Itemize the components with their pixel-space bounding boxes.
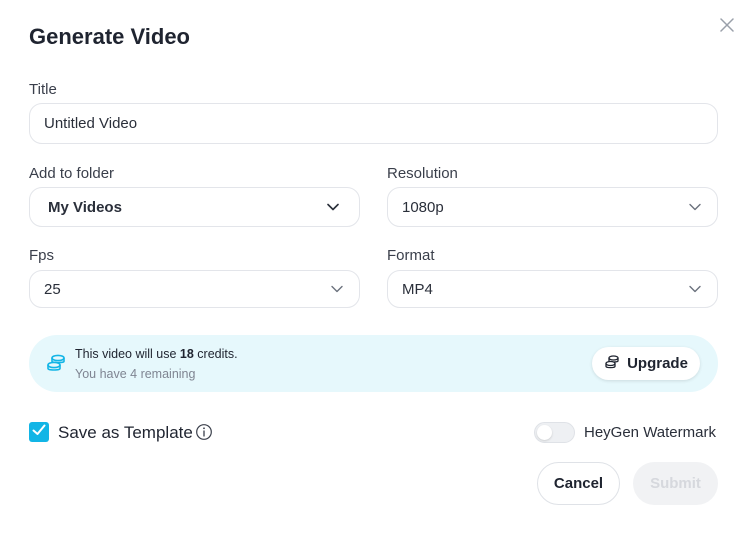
resolution-select-value: 1080p: [402, 198, 444, 216]
format-select[interactable]: MP4: [387, 270, 718, 308]
save-template-checkbox[interactable]: [29, 422, 49, 442]
folder-select-value: My Videos: [48, 198, 122, 216]
credits-suffix: credits.: [193, 347, 238, 361]
credits-prefix: This video will use: [75, 347, 180, 361]
chevron-down-icon: [325, 199, 341, 215]
format-select-value: MP4: [402, 280, 433, 298]
fps-select-value: 25: [44, 280, 61, 298]
toggle-knob: [537, 425, 552, 440]
info-icon[interactable]: [195, 423, 213, 446]
watermark-label: HeyGen Watermark: [584, 424, 716, 441]
title-input-value: Untitled Video: [44, 115, 138, 132]
title-input[interactable]: Untitled Video: [29, 103, 718, 144]
close-button[interactable]: [716, 16, 738, 38]
chevron-down-icon: [329, 281, 345, 297]
watermark-toggle[interactable]: [534, 422, 575, 443]
upgrade-label: Upgrade: [627, 355, 688, 372]
credits-remaining: You have 4 remaining: [75, 367, 196, 381]
cancel-button[interactable]: Cancel: [537, 462, 620, 505]
save-template-label: Save as Template: [58, 423, 193, 442]
close-icon: [720, 17, 734, 37]
fps-select[interactable]: 25: [29, 270, 360, 308]
folder-select[interactable]: My Videos: [29, 187, 360, 227]
folder-label: Add to folder: [29, 165, 115, 182]
dialog-title: Generate Video: [29, 24, 190, 49]
chevron-down-icon: [687, 199, 703, 215]
credits-usage-text: This video will use 18 credits.: [75, 347, 238, 361]
coins-icon: [604, 354, 620, 374]
upgrade-button[interactable]: Upgrade: [592, 347, 700, 380]
credits-amount: 18: [179, 347, 194, 361]
fps-label: Fps: [29, 247, 55, 264]
format-label: Format: [387, 247, 435, 264]
chevron-down-icon: [687, 281, 703, 297]
resolution-select[interactable]: 1080p: [387, 187, 718, 227]
resolution-label: Resolution: [387, 165, 458, 182]
title-label: Title: [29, 81, 57, 98]
coins-icon: [46, 353, 66, 378]
submit-button[interactable]: Submit: [633, 462, 718, 505]
check-icon: [32, 423, 46, 441]
